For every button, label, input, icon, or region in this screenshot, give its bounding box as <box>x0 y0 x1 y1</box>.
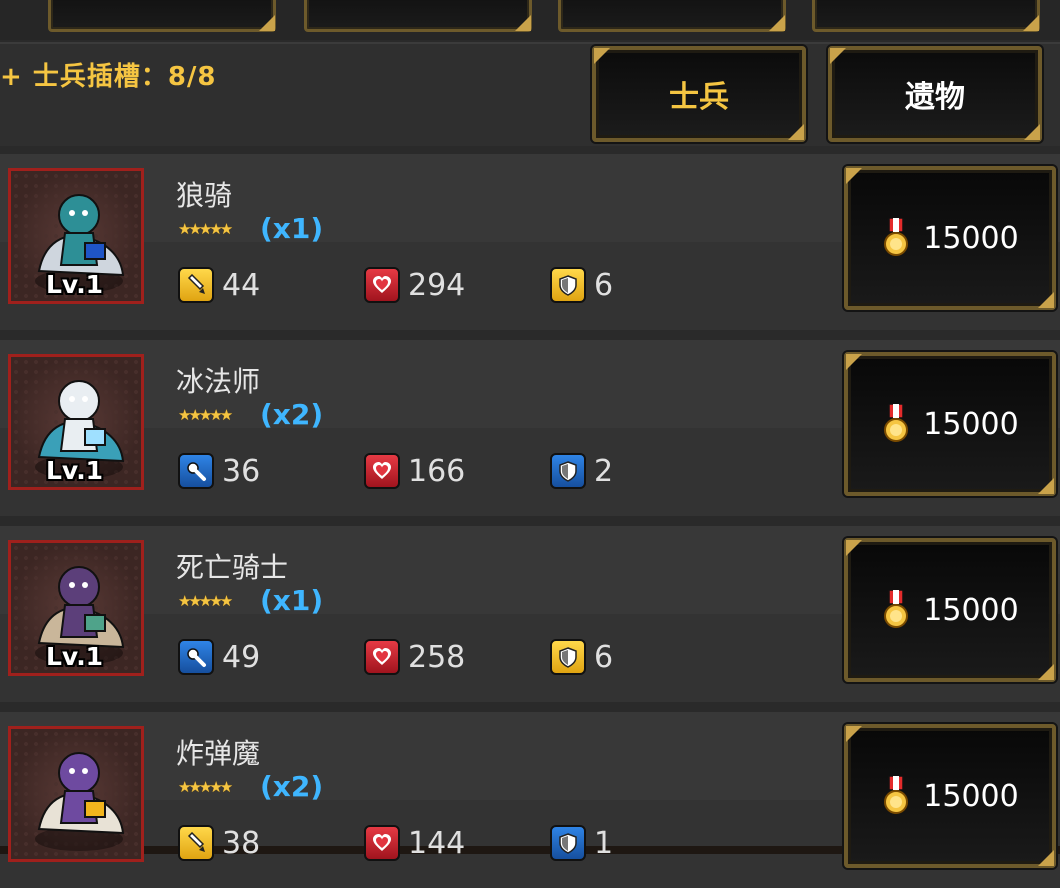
buy-button[interactable]: 15000 <box>844 724 1056 868</box>
unit-stars: ★★★★★ <box>178 220 233 238</box>
shield-icon <box>550 267 586 303</box>
soldier-slot-count: + 士兵插槽：8/8 <box>0 62 217 92</box>
stat-value: 258 <box>408 639 466 675</box>
magic-icon <box>178 453 214 489</box>
unit-portrait <box>8 726 144 862</box>
filter-soldier-button[interactable]: 士兵 <box>592 46 806 142</box>
unit-stars: ★★★★★ <box>178 592 233 610</box>
unit-count: (x2) <box>260 398 324 431</box>
stat-shield: 6 <box>550 638 613 676</box>
buy-button[interactable]: 15000 <box>844 352 1056 496</box>
stat-value: 1 <box>594 825 614 861</box>
stat-shield: 1 <box>550 824 613 862</box>
stat-value: 144 <box>408 825 466 861</box>
filter-relic-button[interactable]: 遗物 <box>828 46 1042 142</box>
price-value: 15000 <box>923 406 1019 442</box>
top-tab-3[interactable] <box>558 0 786 32</box>
unit-name: 狼骑 <box>176 179 233 212</box>
stat-heart: 294 <box>364 266 465 304</box>
stat-value: 49 <box>222 639 261 675</box>
gold-medal-icon <box>884 590 909 628</box>
stat-value: 6 <box>594 639 614 675</box>
unit-name: 冰法师 <box>176 365 261 398</box>
stat-sword: 38 <box>178 824 260 862</box>
unit-level: Lv.1 <box>46 270 104 299</box>
stat-value: 36 <box>222 453 261 489</box>
stat-heart: 166 <box>364 452 465 490</box>
unit-stars: ★★★★★ <box>178 406 233 424</box>
unit-name: 炸弹魔 <box>176 737 261 770</box>
stat-magic: 36 <box>178 452 260 490</box>
unit-count: (x2) <box>260 770 324 803</box>
unit-row[interactable]: Lv.1 狼骑 ★★★★★ (x1) 44 294 6 15000 <box>0 154 1060 330</box>
stat-heart: 144 <box>364 824 465 862</box>
gold-medal-icon <box>884 776 909 814</box>
gold-medal-icon <box>884 218 909 256</box>
unit-stars: ★★★★★ <box>178 778 233 796</box>
shield-icon <box>550 825 586 861</box>
heart-icon <box>364 825 400 861</box>
stat-sword: 44 <box>178 266 260 304</box>
filter-soldier-label: 士兵 <box>669 80 729 115</box>
unit-count: (x1) <box>260 212 324 245</box>
price-value: 15000 <box>923 220 1019 256</box>
buy-button[interactable]: 15000 <box>844 538 1056 682</box>
stat-magic: 49 <box>178 638 260 676</box>
unit-name: 死亡骑士 <box>176 551 289 584</box>
heart-icon <box>364 267 400 303</box>
price-value: 15000 <box>923 778 1019 814</box>
top-tab-row <box>0 0 1060 40</box>
stat-shield: 2 <box>550 452 613 490</box>
gold-medal-icon <box>884 404 909 442</box>
magic-icon <box>178 639 214 675</box>
stat-value: 6 <box>594 267 614 303</box>
shield-icon <box>550 453 586 489</box>
stat-value: 44 <box>222 267 261 303</box>
unit-row[interactable]: 炸弹魔 ★★★★★ (x2) 38 144 1 15000 <box>0 712 1060 888</box>
unit-level: Lv.1 <box>46 456 104 485</box>
shield-icon <box>550 639 586 675</box>
filter-relic-label: 遗物 <box>905 80 965 115</box>
unit-row[interactable]: Lv.1 冰法师 ★★★★★ (x2) 36 166 2 15000 <box>0 340 1060 516</box>
heart-icon <box>364 453 400 489</box>
stat-value: 38 <box>222 825 261 861</box>
top-tab-4[interactable] <box>812 0 1040 32</box>
sword-icon <box>178 267 214 303</box>
buy-button[interactable]: 15000 <box>844 166 1056 310</box>
stat-value: 2 <box>594 453 614 489</box>
top-tab-1[interactable] <box>48 0 276 32</box>
stat-value: 294 <box>408 267 466 303</box>
stat-value: 166 <box>408 453 466 489</box>
heart-icon <box>364 639 400 675</box>
unit-figure-icon <box>35 752 125 851</box>
stat-heart: 258 <box>364 638 465 676</box>
unit-count: (x1) <box>260 584 324 617</box>
price-value: 15000 <box>923 592 1019 628</box>
unit-level: Lv.1 <box>46 642 104 671</box>
sword-icon <box>178 825 214 861</box>
stat-shield: 6 <box>550 266 613 304</box>
shop-header: + 士兵插槽：8/8 士兵 遗物 <box>0 42 1060 146</box>
unit-row[interactable]: Lv.1 死亡骑士 ★★★★★ (x1) 49 258 6 15000 <box>0 526 1060 702</box>
top-tab-2[interactable] <box>304 0 532 32</box>
